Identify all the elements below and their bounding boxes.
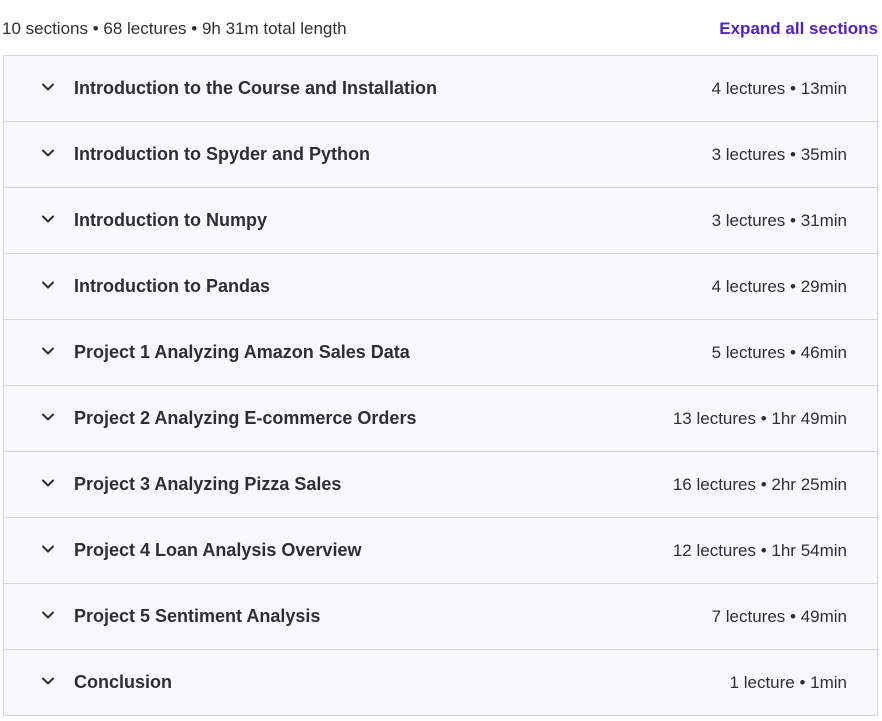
section-meta: 1 lecture • 1min	[729, 673, 847, 692]
expand-all-sections-button[interactable]: Expand all sections	[719, 19, 878, 39]
curriculum-summary-bar: 10 sections • 68 lectures • 9h 31m total…	[0, 0, 882, 56]
section-row[interactable]: Project 3 Analyzing Pizza Sales 16 lectu…	[4, 452, 877, 518]
section-meta: 3 lectures • 31min	[711, 211, 847, 230]
section-title: Project 3 Analyzing Pizza Sales	[74, 474, 342, 494]
section-meta: 3 lectures • 35min	[711, 145, 847, 164]
section-title: Project 1 Analyzing Amazon Sales Data	[74, 342, 410, 362]
section-meta: 13 lectures • 1hr 49min	[672, 409, 847, 428]
section-title: Introduction to Spyder and Python	[74, 144, 370, 164]
chevron-down-icon	[41, 542, 55, 556]
section-row[interactable]: Introduction to the Course and Installat…	[4, 56, 877, 122]
section-row[interactable]: Introduction to Numpy 3 lectures • 31min	[4, 188, 877, 254]
section-meta: 16 lectures • 2hr 25min	[672, 475, 847, 494]
section-row[interactable]: Project 2 Analyzing E-commerce Orders 13…	[4, 386, 877, 452]
curriculum-sections-list: Introduction to the Course and Installat…	[3, 55, 878, 716]
curriculum-summary-text: 10 sections • 68 lectures • 9h 31m total…	[2, 19, 347, 38]
section-meta: 5 lectures • 46min	[711, 343, 847, 362]
section-meta: 7 lectures • 49min	[711, 607, 847, 626]
section-title: Introduction to the Course and Installat…	[74, 78, 437, 98]
section-meta: 4 lectures • 13min	[711, 79, 847, 98]
section-title: Project 5 Sentiment Analysis	[74, 606, 321, 626]
chevron-down-icon	[41, 476, 55, 490]
chevron-down-icon	[41, 344, 55, 358]
chevron-down-icon	[41, 410, 55, 424]
section-title: Project 4 Loan Analysis Overview	[74, 540, 362, 560]
section-row[interactable]: Introduction to Pandas 4 lectures • 29mi…	[4, 254, 877, 320]
section-row[interactable]: Introduction to Spyder and Python 3 lect…	[4, 122, 877, 188]
chevron-down-icon	[41, 80, 55, 94]
chevron-down-icon	[41, 146, 55, 160]
section-row[interactable]: Conclusion 1 lecture • 1min	[4, 650, 877, 716]
section-meta: 4 lectures • 29min	[711, 277, 847, 296]
section-row[interactable]: Project 5 Sentiment Analysis 7 lectures …	[4, 584, 877, 650]
section-title: Introduction to Numpy	[74, 210, 267, 230]
section-title: Project 2 Analyzing E-commerce Orders	[74, 408, 417, 428]
chevron-down-icon	[41, 608, 55, 622]
chevron-down-icon	[41, 278, 55, 292]
section-row[interactable]: Project 1 Analyzing Amazon Sales Data 5 …	[4, 320, 877, 386]
section-title: Conclusion	[74, 672, 172, 692]
chevron-down-icon	[41, 212, 55, 226]
section-meta: 12 lectures • 1hr 54min	[672, 541, 847, 560]
section-row[interactable]: Project 4 Loan Analysis Overview 12 lect…	[4, 518, 877, 584]
chevron-down-icon	[41, 674, 55, 688]
section-title: Introduction to Pandas	[74, 276, 270, 296]
